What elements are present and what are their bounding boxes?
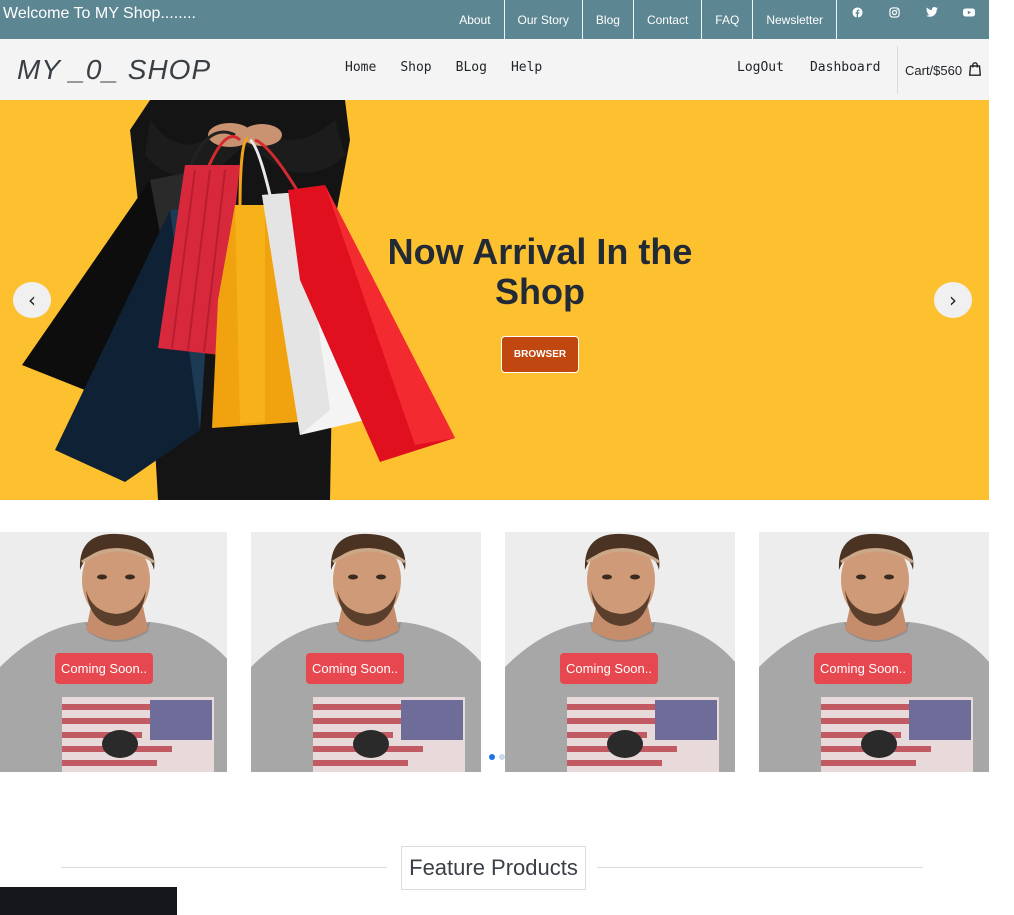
nav-home[interactable]: Home: [345, 60, 376, 75]
nav-shop[interactable]: Shop: [400, 60, 431, 75]
youtube-icon[interactable]: [960, 5, 977, 19]
cart-total: Cart/$560: [905, 62, 963, 78]
top-link-our-story[interactable]: Our Story: [503, 0, 582, 39]
carousel-next-button[interactable]: ›: [934, 282, 972, 318]
hero-carousel: Now Arrival In the Shop BROWSER ‹ ›: [0, 100, 989, 500]
product-card[interactable]: Coming Soon..: [251, 532, 481, 772]
instagram-icon[interactable]: [886, 5, 903, 19]
feature-product-image: [0, 887, 177, 915]
coming-soon-badge: Coming Soon..: [306, 653, 404, 684]
social-links: [836, 0, 989, 39]
slider-pagination: [489, 754, 505, 760]
coming-soon-badge: Coming Soon..: [814, 653, 912, 684]
cart-button[interactable]: Cart/$560: [897, 46, 982, 94]
top-bar: Welcome To MY Shop........ About Our Sto…: [0, 0, 989, 39]
nav-blog[interactable]: BLog: [456, 60, 487, 75]
model-tshirt-image: [759, 532, 989, 772]
nav-logout[interactable]: LogOut: [737, 60, 784, 75]
chevron-right-icon: ›: [949, 288, 957, 312]
product-slider: Coming Soon.. Coming Soon.. Coming Soon.…: [0, 532, 989, 772]
model-tshirt-image: [0, 532, 227, 772]
twitter-icon[interactable]: [923, 5, 940, 19]
main-header: MY _0_ SHOP Home Shop BLog Help LogOut D…: [0, 39, 989, 100]
coming-soon-badge: Coming Soon..: [560, 653, 658, 684]
top-link-blog[interactable]: Blog: [581, 0, 633, 39]
pagination-dot[interactable]: [499, 754, 505, 760]
pagination-dot[interactable]: [489, 754, 495, 760]
browser-button[interactable]: BROWSER: [501, 336, 579, 373]
shopping-bag-icon: [969, 61, 982, 80]
welcome-text: Welcome To MY Shop........: [3, 5, 196, 22]
hero-title: Now Arrival In the Shop: [387, 231, 693, 312]
divider-left: [61, 867, 387, 868]
product-card[interactable]: Coming Soon..: [759, 532, 989, 772]
top-link-about[interactable]: About: [446, 0, 503, 39]
top-nav: About Our Story Blog Contact FAQ Newslet…: [446, 0, 989, 39]
product-card[interactable]: Coming Soon..: [505, 532, 735, 772]
divider-right: [597, 867, 923, 868]
top-link-contact[interactable]: Contact: [632, 0, 701, 39]
model-tshirt-image: [251, 532, 481, 772]
coming-soon-badge: Coming Soon..: [55, 653, 153, 684]
top-link-newsletter[interactable]: Newsletter: [752, 0, 836, 39]
site-logo[interactable]: MY _0_ SHOP: [17, 54, 211, 86]
product-card[interactable]: Coming Soon..: [0, 532, 227, 772]
nav-help[interactable]: Help: [511, 60, 542, 75]
facebook-icon[interactable]: [849, 5, 866, 19]
model-tshirt-image: [505, 532, 735, 772]
top-link-faq[interactable]: FAQ: [701, 0, 752, 39]
feature-products-title: Feature Products: [401, 846, 586, 890]
carousel-prev-button[interactable]: ‹: [13, 282, 51, 318]
feature-products-heading: Feature Products: [61, 846, 923, 890]
chevron-left-icon: ‹: [28, 288, 36, 312]
main-nav: Home Shop BLog Help: [345, 60, 566, 75]
account-nav: LogOut Dashboard: [737, 60, 906, 75]
nav-dashboard[interactable]: Dashboard: [810, 60, 880, 75]
